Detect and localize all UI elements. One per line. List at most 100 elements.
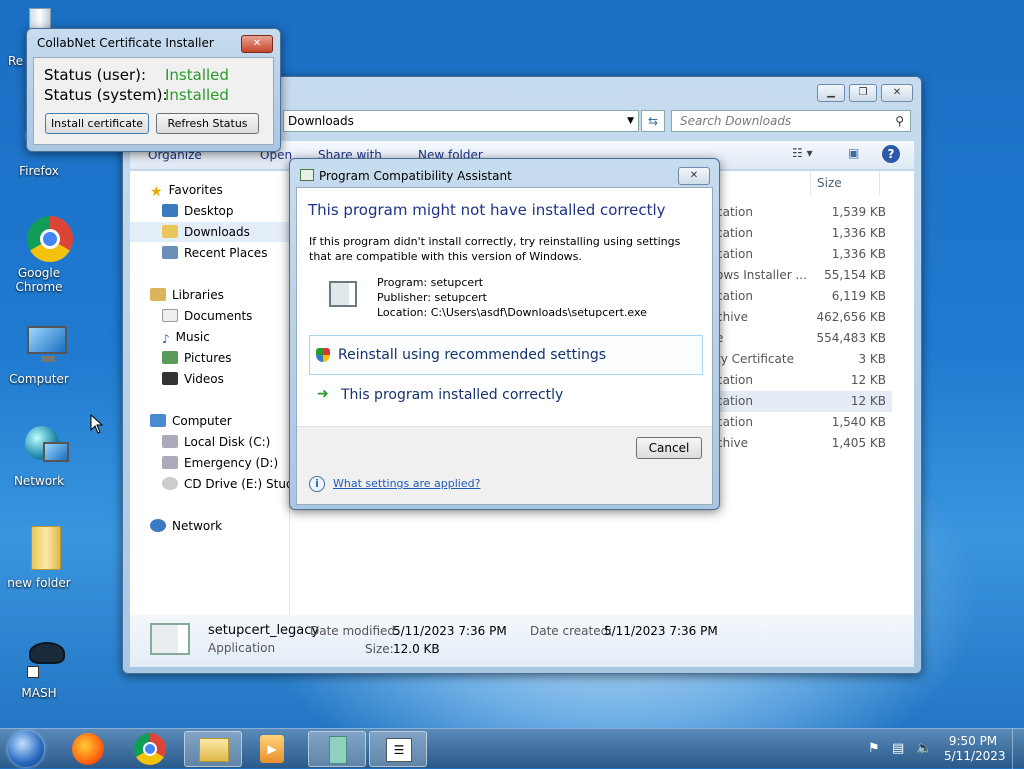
clock-date: 5/11/2023 (944, 749, 1006, 763)
libraries-icon (150, 288, 166, 301)
taskbar-media-player-icon[interactable]: ▶ (260, 735, 284, 763)
shield-app-icon (300, 169, 314, 181)
nav-music[interactable]: ♪ Music (130, 327, 290, 347)
mouse-cursor-icon (90, 414, 104, 434)
file-row[interactable]: ows Installer ... 55,154 KB (710, 265, 892, 286)
nav-emergency[interactable]: Emergency (D:) (130, 453, 290, 473)
preview-pane-icon[interactable]: ▣ (848, 146, 859, 160)
file-row[interactable]: ty Certificate 3 KB (710, 349, 892, 370)
volume-icon[interactable]: 🔈 (916, 741, 932, 756)
taskbar-pca-icon[interactable] (308, 731, 366, 767)
nav-label: Recent Places (184, 246, 268, 260)
nav-label: Emergency (D:) (184, 456, 279, 470)
status-system-label: Status (system): (44, 86, 168, 104)
install-certificate-button[interactable]: Install certificate (45, 113, 149, 134)
file-row[interactable]: chive 462,656 KB (710, 307, 892, 328)
file-row[interactable]: cation 1,336 KB (710, 244, 892, 265)
green-arrow-icon: ➜ (317, 386, 329, 402)
file-type: cation (716, 394, 753, 408)
desktop-icon-label: Computer (9, 372, 69, 386)
navigation-pane: ★ Favorites Desktop Downloads Recent Plac… (130, 171, 290, 615)
desktop-icon-computer[interactable]: Computer (4, 322, 74, 386)
computer-icon (150, 414, 166, 427)
file-row[interactable]: cation 1,539 KB (710, 202, 892, 223)
desktop-icon-label: new folder (7, 576, 71, 590)
chevron-down-icon[interactable]: ▼ (627, 111, 634, 131)
close-button[interactable]: ✕ (881, 84, 913, 102)
search-placeholder: Search Downloads (680, 114, 792, 128)
size-column-header[interactable]: Size (810, 171, 880, 195)
file-row[interactable]: cation 12 KB (710, 370, 892, 391)
desktop-icon-network[interactable]: Network (4, 424, 74, 488)
action-center-icon[interactable]: ⚑ (868, 741, 880, 756)
file-size: 55,154 KB (824, 268, 886, 282)
desktop-icon-chrome[interactable]: Google Chrome (4, 216, 74, 294)
search-icon: ⚲ (895, 114, 904, 128)
file-type: e (716, 328, 806, 349)
taskbar-explorer-icon[interactable] (184, 731, 242, 767)
nav-documents[interactable]: Documents (130, 306, 290, 326)
desktop-icon-new-folder[interactable]: new folder (4, 526, 74, 590)
taskbar-firefox-icon[interactable] (72, 733, 104, 765)
videos-icon (162, 372, 178, 385)
nav-label: Downloads (184, 225, 250, 239)
file-size: 3 KB (858, 352, 886, 366)
close-button[interactable]: ✕ (678, 167, 710, 185)
date-modified-label: Date modified: (310, 624, 400, 638)
nav-cd-drive[interactable]: CD Drive (E:) Studio (130, 474, 290, 494)
nav-label: Network (172, 519, 223, 533)
reinstall-option[interactable]: Reinstall using recommended settings (309, 335, 703, 375)
search-input[interactable]: Search Downloads ⚲ (671, 110, 911, 132)
nav-videos[interactable]: Videos (130, 369, 290, 389)
nav-favorites[interactable]: ★ Favorites (130, 180, 290, 200)
nav-label: Desktop (184, 204, 234, 218)
refresh-status-button[interactable]: Refresh Status (156, 113, 259, 134)
file-row[interactable]: e 554,483 KB (710, 328, 892, 349)
file-size: 554,483 KB (816, 331, 886, 345)
taskbar-chrome-icon[interactable] (134, 733, 166, 765)
file-row[interactable]: cation 1,540 KB (710, 412, 892, 433)
nav-desktop[interactable]: Desktop (130, 201, 290, 221)
documents-icon (162, 309, 178, 322)
installed-correctly-option[interactable]: ➜ This program installed correctly (309, 380, 703, 412)
show-desktop-button[interactable] (1012, 729, 1024, 769)
date-created-value: 5/11/2023 7:36 PM (604, 624, 718, 638)
desktop-icon-label: MASH (21, 686, 57, 700)
start-button[interactable] (8, 731, 44, 767)
taskbar-installer-icon[interactable]: ☰ (369, 731, 427, 767)
nav-label: Pictures (184, 351, 232, 365)
drive-icon (162, 435, 178, 448)
file-row[interactable]: chive 1,405 KB (710, 433, 892, 454)
help-icon[interactable]: ? (882, 145, 900, 163)
network-tray-icon[interactable]: ▤ (892, 741, 904, 756)
file-row-selected[interactable]: cation 12 KB (710, 391, 892, 412)
refresh-button[interactable]: ⇆ (641, 110, 665, 132)
minimize-button[interactable]: ▁ (817, 84, 845, 102)
file-row[interactable]: cation 1,336 KB (710, 223, 892, 244)
status-user-label: Status (user): (44, 66, 147, 84)
program-publisher: Publisher: setupcert (377, 291, 487, 304)
help-link[interactable]: What settings are applied? (333, 477, 480, 490)
network-icon (150, 519, 166, 532)
file-size: 1,405 KB (831, 436, 886, 450)
nav-downloads[interactable]: Downloads (130, 222, 290, 242)
nav-local-disk[interactable]: Local Disk (C:) (130, 432, 290, 452)
nav-recent-places[interactable]: Recent Places (130, 243, 290, 263)
nav-network[interactable]: Network (130, 516, 290, 536)
clock[interactable]: 9:50 PM 5/11/2023 (944, 734, 1006, 764)
cancel-button[interactable]: Cancel (636, 437, 702, 459)
file-type: cation (716, 415, 753, 429)
desktop-icon-mash[interactable]: MASH (4, 636, 74, 700)
nav-libraries[interactable]: Libraries (130, 285, 290, 305)
view-options-icon[interactable]: ☷ ▾ (792, 146, 813, 160)
maximize-button[interactable]: ❐ (849, 84, 877, 102)
file-type: cation (716, 247, 753, 261)
status-system-value: Installed (165, 86, 229, 104)
file-type: cation (716, 373, 753, 387)
file-row[interactable]: cation 6,119 KB (710, 286, 892, 307)
address-bar[interactable]: Downloads ▼ (283, 110, 639, 132)
uac-shield-icon (316, 348, 330, 362)
nav-computer[interactable]: Computer (130, 411, 290, 431)
close-button[interactable]: ✕ (241, 35, 273, 53)
nav-pictures[interactable]: Pictures (130, 348, 290, 368)
